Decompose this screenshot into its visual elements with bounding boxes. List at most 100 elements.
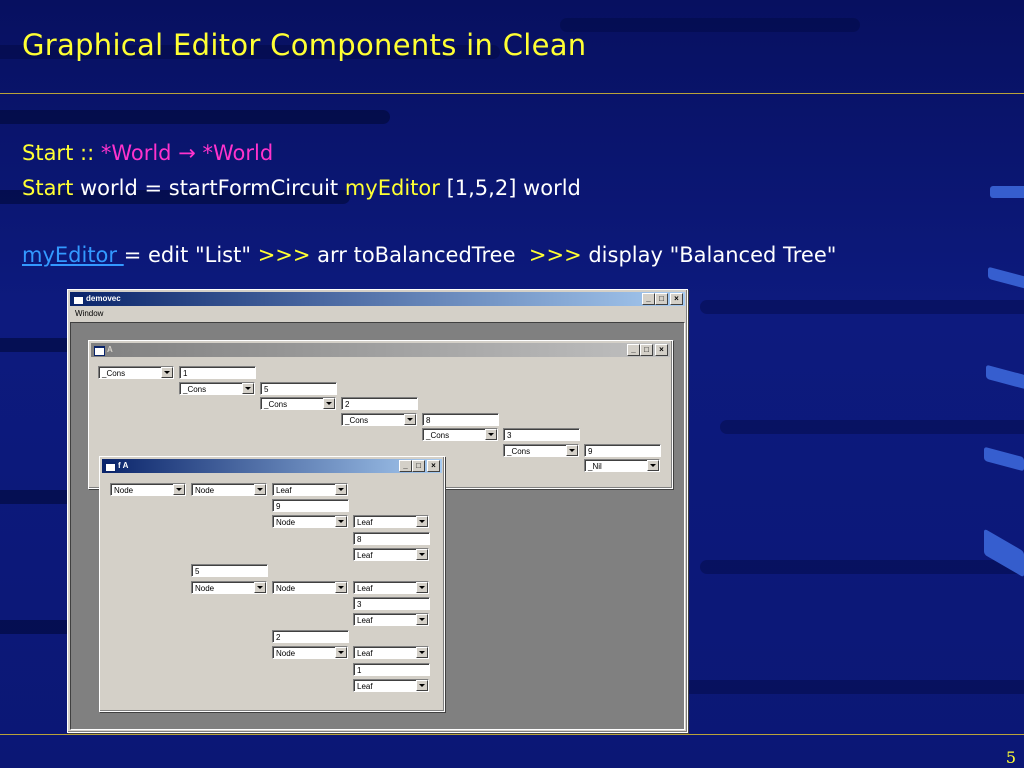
cons-select[interactable]: _Cons bbox=[341, 413, 417, 426]
window-icon bbox=[105, 462, 116, 472]
select-value: _Cons bbox=[183, 385, 207, 394]
dropdown-arrow-icon[interactable] bbox=[254, 582, 266, 593]
nil-select[interactable]: _Nil bbox=[584, 459, 660, 472]
value-field[interactable]: 2 bbox=[272, 630, 349, 643]
select-value: Node bbox=[114, 486, 134, 495]
leaf-select[interactable]: Leaf bbox=[353, 515, 429, 528]
code-text: world = startFormCircuit bbox=[73, 176, 345, 200]
minimize-button[interactable]: _ bbox=[399, 460, 412, 472]
leaf-select[interactable]: Leaf bbox=[353, 581, 429, 594]
menu-window[interactable]: Window bbox=[75, 309, 103, 318]
code-text: = edit "List" bbox=[123, 243, 258, 267]
cons-select[interactable]: _Cons bbox=[179, 382, 255, 395]
node-select[interactable]: Node bbox=[272, 515, 348, 528]
value-field[interactable]: 5 bbox=[191, 564, 268, 577]
value-field[interactable]: 2 bbox=[341, 397, 418, 410]
value-field[interactable]: 9 bbox=[584, 444, 661, 457]
bg-stripe bbox=[700, 560, 1024, 574]
close-button[interactable]: × bbox=[670, 293, 683, 305]
leaf-select[interactable]: Leaf bbox=[353, 613, 429, 626]
code-text: display "Balanced Tree" bbox=[581, 243, 837, 267]
window-icon bbox=[73, 295, 84, 305]
dropdown-arrow-icon[interactable] bbox=[254, 484, 266, 495]
leaf-select[interactable]: Leaf bbox=[353, 679, 429, 692]
type-world: *World bbox=[202, 141, 274, 165]
cons-select[interactable]: _Cons bbox=[98, 366, 174, 379]
dropdown-arrow-icon[interactable] bbox=[335, 582, 347, 593]
bg-blue-tab bbox=[986, 364, 1024, 390]
dropdown-arrow-icon[interactable] bbox=[335, 516, 347, 527]
leaf-select[interactable]: Leaf bbox=[272, 483, 348, 496]
maximize-button[interactable]: □ bbox=[412, 460, 425, 472]
value-field[interactable]: 3 bbox=[503, 428, 580, 441]
dropdown-arrow-icon[interactable] bbox=[173, 484, 185, 495]
cons-select[interactable]: _Cons bbox=[422, 428, 498, 441]
dropdown-arrow-icon[interactable] bbox=[416, 647, 428, 658]
dropdown-arrow-icon[interactable] bbox=[566, 445, 578, 456]
node-select[interactable]: Node bbox=[110, 483, 186, 496]
value-field[interactable]: 8 bbox=[353, 532, 430, 545]
maximize-button[interactable]: □ bbox=[655, 293, 668, 305]
select-value: _Nil bbox=[588, 462, 602, 471]
leaf-select[interactable]: Leaf bbox=[353, 548, 429, 561]
select-value: Node bbox=[195, 486, 215, 495]
select-value: Leaf bbox=[357, 551, 373, 560]
myeditor-link[interactable]: myEditor bbox=[22, 243, 124, 267]
value-field[interactable]: 5 bbox=[260, 382, 337, 395]
dropdown-arrow-icon[interactable] bbox=[323, 398, 335, 409]
value-field[interactable]: 9 bbox=[272, 499, 349, 512]
bg-stripe bbox=[700, 300, 1024, 314]
node-select[interactable]: Node bbox=[191, 483, 267, 496]
dropdown-arrow-icon[interactable] bbox=[485, 429, 497, 440]
editor-name: myEditor bbox=[344, 176, 440, 200]
window-a-titlebar[interactable]: A _ □ × bbox=[91, 343, 670, 357]
type-world: *World bbox=[100, 141, 172, 165]
cons-select[interactable]: _Cons bbox=[503, 444, 579, 457]
dropdown-arrow-icon[interactable] bbox=[416, 516, 428, 527]
leaf-select[interactable]: Leaf bbox=[353, 646, 429, 659]
select-value: _Cons bbox=[102, 369, 126, 378]
keyword-start: Start bbox=[22, 141, 74, 165]
dropdown-arrow-icon[interactable] bbox=[416, 614, 428, 625]
select-value: Leaf bbox=[357, 616, 373, 625]
dropdown-arrow-icon[interactable] bbox=[335, 484, 347, 495]
value-field[interactable]: 1 bbox=[179, 366, 256, 379]
demovec-titlebar[interactable]: demovec _ □ × bbox=[70, 292, 685, 306]
dropdown-arrow-icon[interactable] bbox=[242, 383, 254, 394]
minimize-button[interactable]: _ bbox=[642, 293, 655, 305]
select-value: _Cons bbox=[345, 416, 369, 425]
dropdown-arrow-icon[interactable] bbox=[416, 680, 428, 691]
menubar: Window bbox=[70, 307, 685, 321]
dropdown-arrow-icon[interactable] bbox=[404, 414, 416, 425]
close-button[interactable]: × bbox=[427, 460, 440, 472]
keyword-start: Start bbox=[22, 176, 74, 200]
close-button[interactable]: × bbox=[655, 344, 668, 356]
bg-blue-tab bbox=[988, 266, 1024, 290]
dropdown-arrow-icon[interactable] bbox=[416, 582, 428, 593]
node-select[interactable]: Node bbox=[191, 581, 267, 594]
minimize-button[interactable]: _ bbox=[627, 344, 640, 356]
dropdown-arrow-icon[interactable] bbox=[416, 549, 428, 560]
select-value: Node bbox=[195, 584, 215, 593]
code-text: arr toBalancedTree bbox=[310, 243, 529, 267]
select-value: _Cons bbox=[507, 447, 531, 456]
window-a-title: A bbox=[107, 345, 113, 354]
cons-select[interactable]: _Cons bbox=[260, 397, 336, 410]
code-line-1: Start :: *World → *World bbox=[22, 141, 273, 165]
value-field[interactable]: 1 bbox=[353, 663, 430, 676]
bg-stripe bbox=[560, 18, 860, 32]
dropdown-arrow-icon[interactable] bbox=[161, 367, 173, 378]
value-field[interactable]: 3 bbox=[353, 597, 430, 610]
window-icon bbox=[94, 346, 105, 356]
arrow-symbol: → bbox=[171, 141, 203, 165]
title-divider bbox=[0, 93, 1024, 94]
node-select[interactable]: Node bbox=[272, 581, 348, 594]
maximize-button[interactable]: □ bbox=[640, 344, 653, 356]
select-value: Leaf bbox=[357, 682, 373, 691]
node-select[interactable]: Node bbox=[272, 646, 348, 659]
dropdown-arrow-icon[interactable] bbox=[647, 460, 659, 471]
window-fa-titlebar[interactable]: f A _ □ × bbox=[102, 459, 442, 473]
select-value: Leaf bbox=[357, 649, 373, 658]
value-field[interactable]: 8 bbox=[422, 413, 499, 426]
dropdown-arrow-icon[interactable] bbox=[335, 647, 347, 658]
